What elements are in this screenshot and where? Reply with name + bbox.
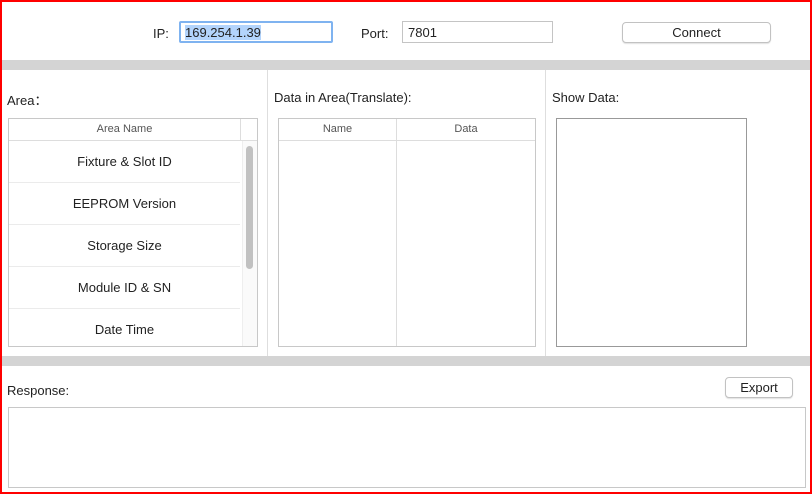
ip-label: IP: xyxy=(153,26,169,41)
area-row[interactable]: Module ID & SN xyxy=(9,267,240,309)
area-row[interactable]: Fixture & Slot ID xyxy=(9,141,240,183)
divider xyxy=(267,70,268,356)
scrollbar-thumb[interactable] xyxy=(246,146,253,269)
area-name-header[interactable]: Area Name xyxy=(9,119,241,141)
connect-button[interactable]: Connect xyxy=(622,22,771,43)
scrollbar[interactable] xyxy=(242,141,257,346)
area-row[interactable]: EEPROM Version xyxy=(9,183,240,225)
data-area-label: Data in Area(Translate): xyxy=(274,90,412,105)
divider xyxy=(545,70,546,356)
column-divider xyxy=(396,141,397,346)
ip-input[interactable]: 169.254.1.39 xyxy=(179,21,333,43)
show-data-label: Show Data: xyxy=(552,90,620,105)
area-label: Area： xyxy=(7,93,48,108)
response-label: Response: xyxy=(7,383,70,398)
ip-value: 169.254.1.39 xyxy=(185,25,261,40)
response-textarea[interactable] xyxy=(8,407,806,488)
name-column-header[interactable]: Name xyxy=(279,119,397,141)
data-column-header[interactable]: Data xyxy=(397,119,535,141)
main-window: IP: 169.254.1.39 Port: 7801 Connect Area… xyxy=(0,0,812,494)
divider-top xyxy=(2,60,810,70)
divider-bottom xyxy=(2,356,810,366)
data-table: Name Data xyxy=(278,118,536,347)
export-button[interactable]: Export xyxy=(725,377,793,398)
port-label: Port: xyxy=(361,26,389,41)
show-data-textarea[interactable] xyxy=(556,118,747,347)
header-corner xyxy=(241,119,257,141)
area-row[interactable]: Storage Size xyxy=(9,225,240,267)
area-table: Area Name Fixture & Slot ID EEPROM Versi… xyxy=(8,118,258,347)
area-row[interactable]: Date Time xyxy=(9,309,240,346)
port-input[interactable]: 7801 xyxy=(402,21,553,43)
